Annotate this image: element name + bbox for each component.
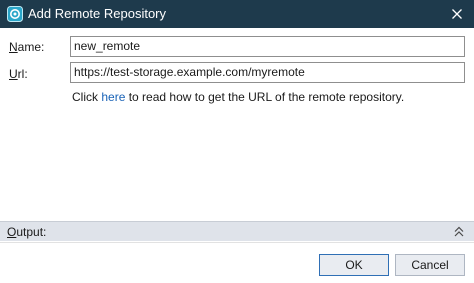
help-text: Click here to read how to get the URL of… (72, 90, 405, 104)
url-label: Url: (9, 67, 28, 81)
output-panel-header[interactable]: Output: (0, 221, 474, 241)
ok-button[interactable]: OK (319, 254, 389, 276)
help-link[interactable]: here (101, 90, 125, 104)
repository-app-icon (7, 6, 23, 22)
window-title: Add Remote Repository (28, 6, 167, 21)
output-label: Output: (7, 225, 47, 239)
dialog-footer: OK Cancel (0, 242, 474, 283)
url-field-value: https://test-storage.example.com/myremot… (74, 65, 305, 79)
close-button[interactable] (440, 0, 474, 28)
title-bar: Add Remote Repository (0, 0, 474, 28)
name-field[interactable]: new_remote (70, 36, 465, 57)
name-field-value: new_remote (74, 39, 141, 53)
cancel-button[interactable]: Cancel (395, 254, 465, 276)
url-field[interactable]: https://test-storage.example.com/myremot… (70, 62, 465, 83)
close-icon (452, 9, 462, 19)
name-label: Name: (9, 40, 45, 54)
double-chevron-up-icon[interactable] (454, 226, 464, 238)
